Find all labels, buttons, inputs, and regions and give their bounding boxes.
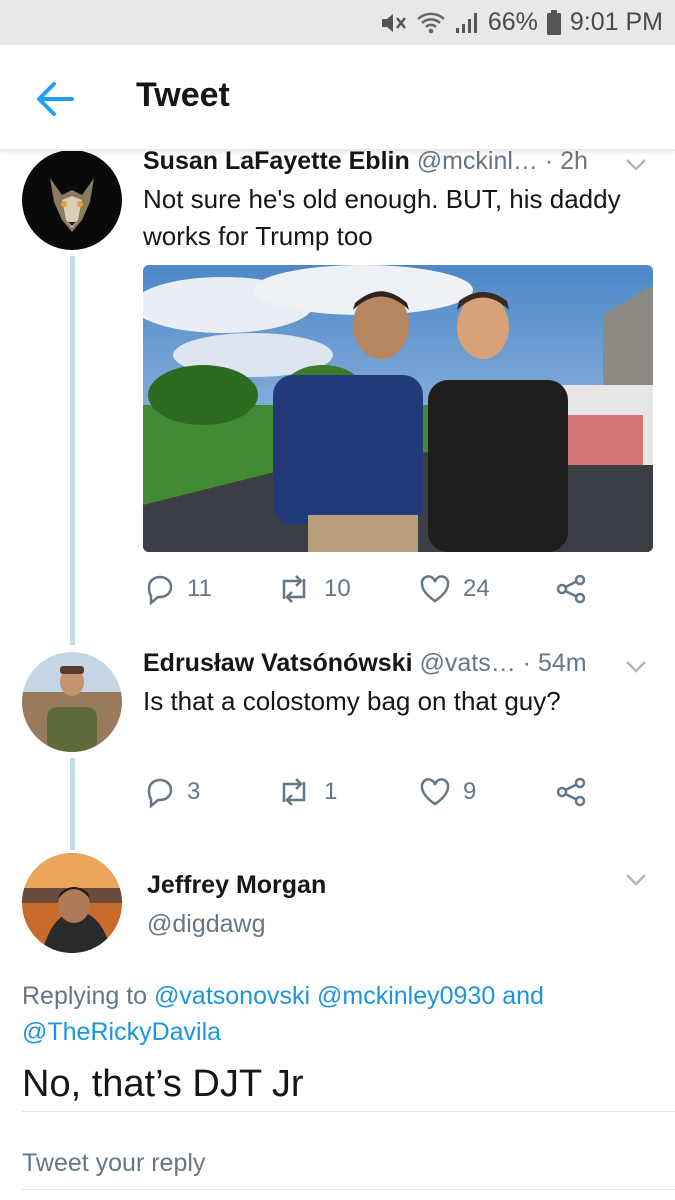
like-button[interactable]: 24	[419, 573, 490, 605]
mention-link[interactable]: @TheRickyDavila	[22, 1018, 221, 1046]
heart-icon	[420, 778, 450, 806]
thread-line	[70, 256, 75, 645]
retweet-icon	[282, 575, 306, 603]
author-handle: @vats…	[419, 649, 516, 677]
reply-button[interactable]: 3	[143, 776, 200, 808]
tweet-text: Not sure he's old enough. BUT, his daddy…	[143, 184, 621, 251]
retweet-button[interactable]: 10	[276, 573, 351, 605]
reply-icon	[147, 575, 173, 605]
back-arrow-icon[interactable]	[34, 78, 76, 120]
status-bar: 66% 9:01 PM	[0, 0, 675, 45]
like-button[interactable]: 9	[419, 776, 476, 808]
app-header: Tweet	[0, 45, 675, 151]
author-name: Edrusław Vatsónówski	[143, 649, 413, 677]
reply-icon	[147, 778, 173, 808]
mention-link[interactable]: @mckinley0930	[317, 982, 495, 1010]
heart-icon	[420, 575, 450, 603]
reply-input[interactable]: Tweet your reply	[22, 1138, 653, 1188]
retweet-count: 10	[324, 575, 351, 602]
tweet-time: · 2h	[544, 147, 588, 175]
retweet-count: 1	[324, 778, 338, 805]
chevron-down-icon[interactable]	[625, 660, 647, 674]
tweet-photo[interactable]	[143, 265, 653, 552]
share-button[interactable]	[555, 573, 587, 605]
share-icon	[556, 574, 586, 604]
main-author-name[interactable]: Jeffrey Morgan	[147, 871, 326, 900]
battery-icon	[546, 9, 562, 36]
replying-prefix: Replying to	[22, 982, 148, 1010]
share-icon	[556, 777, 586, 807]
mute-icon	[380, 11, 408, 35]
like-count: 24	[463, 575, 490, 602]
reply-count: 11	[187, 575, 212, 602]
like-count: 9	[463, 778, 477, 805]
clock: 9:01 PM	[569, 8, 663, 36]
reply-button[interactable]: 11	[143, 573, 212, 605]
main-author-handle[interactable]: @digdawg	[147, 910, 266, 939]
page-title: Tweet	[136, 76, 230, 114]
chevron-down-icon[interactable]	[625, 158, 647, 172]
replying-to: Replying to @vatsonovski @mckinley0930 a…	[22, 978, 652, 1050]
tweet-actions: 3 1 9	[143, 776, 603, 812]
tweet-time: · 54m	[522, 649, 587, 677]
battery-percent: 66%	[487, 8, 538, 36]
main-tweet-text: No, that’s DJT Jr	[22, 1063, 304, 1105]
wifi-icon	[416, 11, 446, 35]
avatar-wolf[interactable]	[22, 150, 122, 250]
share-button[interactable]	[555, 776, 587, 808]
avatar-jeffrey[interactable]	[22, 853, 122, 953]
retweet-button[interactable]: 1	[276, 776, 337, 808]
chevron-down-icon[interactable]	[625, 873, 647, 887]
tweet-text: Is that a colostomy bag on that guy?	[143, 686, 561, 716]
author-handle: @mckinl…	[416, 147, 538, 175]
mention-link[interactable]: @vatsonovski	[154, 982, 310, 1010]
reply-count: 3	[187, 778, 201, 805]
avatar-edruslaw[interactable]	[22, 652, 122, 752]
retweet-icon	[282, 778, 306, 806]
author-name: Susan LaFayette Eblin	[143, 147, 410, 175]
tweet-author[interactable]: Susan LaFayette Eblin @mckinl… · 2h	[143, 147, 588, 176]
tweet-actions: 11 10 24	[143, 573, 603, 609]
tweet-author[interactable]: Edrusław Vatsónówski @vats… · 54m	[143, 649, 587, 678]
divider	[22, 1111, 675, 1112]
mention-and[interactable]: and	[502, 982, 544, 1010]
signal-icon	[454, 11, 480, 35]
reply-input-underline	[22, 1189, 675, 1190]
thread-line	[70, 758, 75, 850]
